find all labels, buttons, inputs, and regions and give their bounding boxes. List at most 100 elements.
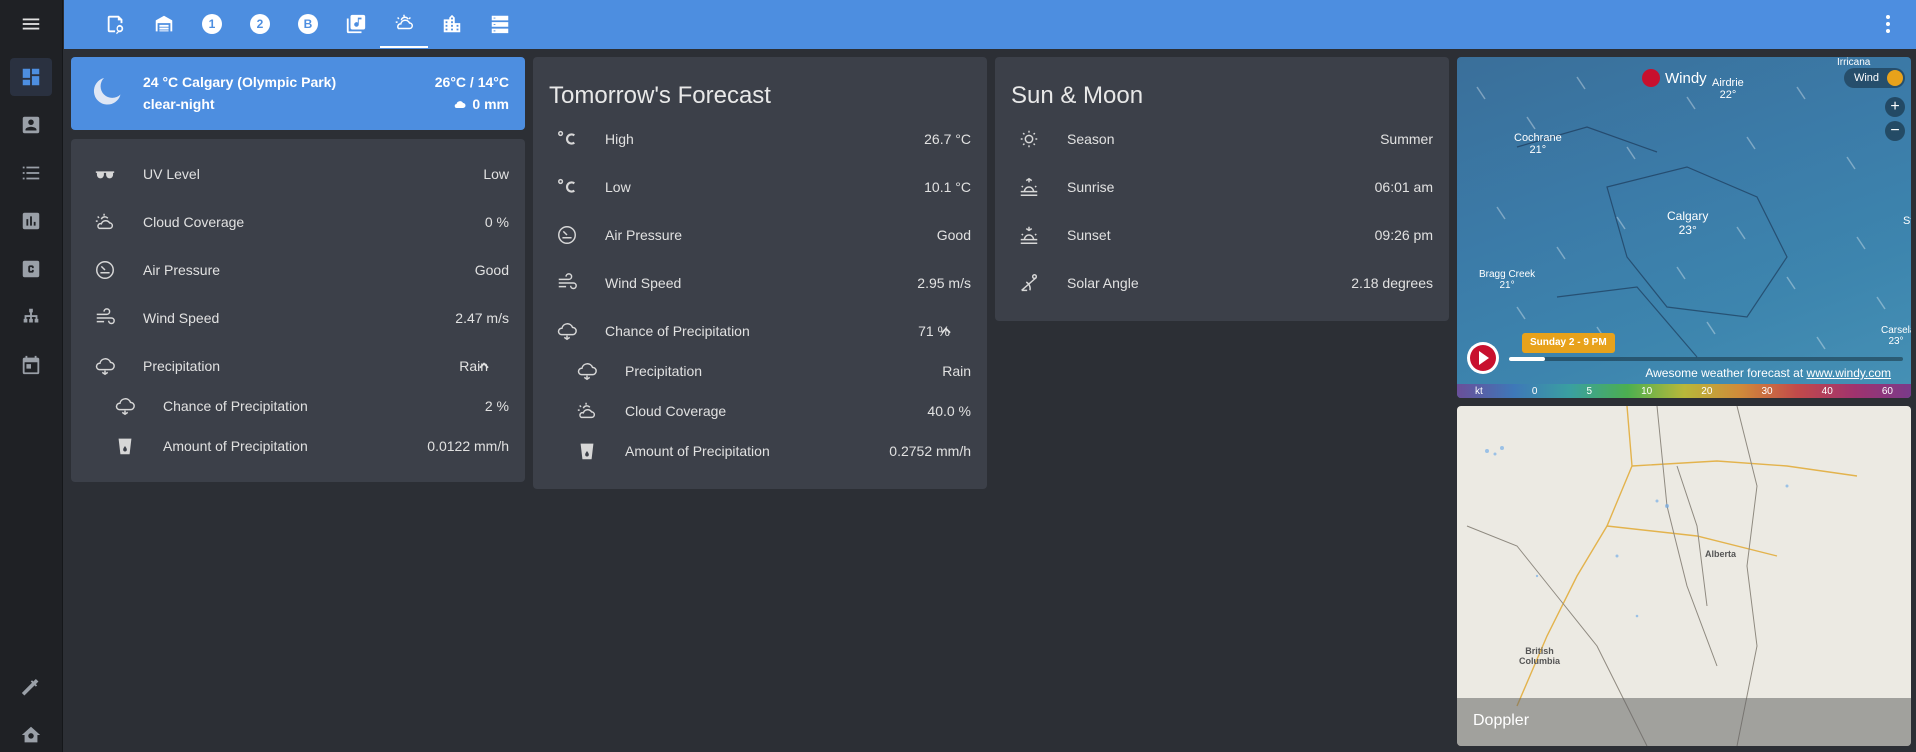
celsius-icon (555, 175, 579, 199)
windy-map[interactable]: Windy Wind + − Irricana Airdrie 22° Cochr… (1457, 57, 1911, 398)
weather-icon[interactable] (380, 0, 428, 48)
dashboard-icon[interactable] (10, 58, 52, 96)
city-icon[interactable] (428, 0, 476, 48)
network-icon[interactable] (10, 298, 52, 336)
forecast-row-pressure[interactable]: Air Pressure Good (533, 215, 987, 255)
chevron-up-icon[interactable] (477, 359, 491, 373)
current-title: 24 °C Calgary (Olympic Park) (143, 74, 337, 90)
detail-row-precipitation[interactable]: Precipitation Rain (71, 346, 525, 386)
forecast-label: Chance of Precipitation (605, 323, 750, 339)
floor-2-icon[interactable]: 2 (236, 0, 284, 48)
sun-row-season[interactable]: Season Summer (995, 119, 1449, 159)
c-icon[interactable] (10, 250, 52, 288)
list-icon[interactable] (10, 154, 52, 192)
sun-label: Season (1067, 131, 1115, 147)
floor-2-label: 2 (250, 14, 270, 34)
play-button[interactable] (1467, 342, 1499, 374)
forecast-row-high[interactable]: High 26.7 °C (533, 119, 987, 159)
detail-subrow-chance[interactable]: Chance of Precipitation 2 % (71, 386, 525, 426)
layer-selector[interactable]: Wind (1843, 68, 1905, 88)
detail-row-cloud[interactable]: Cloud Coverage 0 % (71, 202, 525, 242)
map-place-line: Columbia (1519, 656, 1561, 666)
layer-label: Wind (1853, 72, 1879, 84)
more-options-icon[interactable] (1876, 12, 1900, 36)
doppler-caption: Doppler (1457, 698, 1911, 746)
cloud-rain-icon (555, 319, 579, 343)
zoom-out-button[interactable]: − (1885, 121, 1905, 141)
zoom-in-button[interactable]: + (1885, 97, 1905, 117)
legend-tick: 5 (1586, 385, 1593, 397)
floor-1-icon[interactable]: 1 (188, 0, 236, 48)
sun-row-sunset[interactable]: Sunset 09:26 pm (995, 215, 1449, 255)
sun-label: Solar Angle (1067, 275, 1139, 291)
notes-icon[interactable] (92, 0, 140, 48)
sun-icon (1017, 127, 1041, 151)
city-temp: 22° (1719, 89, 1737, 101)
city-label: Carseland23° (1881, 325, 1911, 347)
forecast-row-chance[interactable]: Chance of Precipitation 71 % (533, 311, 987, 351)
menu-icon[interactable] (10, 5, 52, 43)
forecast-row-wind[interactable]: Wind Speed 2.95 m/s (533, 263, 987, 303)
wind-layer-icon (1887, 70, 1903, 86)
forecast-row-low[interactable]: Low 10.1 °C (533, 167, 987, 207)
legend-tick: 20 (1701, 385, 1713, 397)
media-icon[interactable] (332, 0, 380, 48)
top-app-bar: 1 2 B (64, 0, 1916, 49)
sun-label: Sunset (1067, 227, 1111, 243)
forecast-value: Good (936, 227, 971, 243)
forecast-subrow-precip[interactable]: Precipitation Rain (533, 351, 987, 391)
chevron-up-icon[interactable] (939, 324, 953, 338)
hammer-icon[interactable] (10, 667, 52, 705)
forecast-value: 40.0 % (927, 403, 971, 419)
windy-brand: Windy (1665, 69, 1707, 87)
windy-link[interactable]: www.windy.com (1807, 366, 1891, 380)
map-place-label: Alberta (1705, 549, 1737, 559)
detail-subrow-amount[interactable]: Amount of Precipitation 0.0122 mm/h (71, 426, 525, 466)
calendar-icon[interactable] (10, 346, 52, 384)
city-temp: 23° (1678, 223, 1697, 237)
city-label: Cochrane 21° (1514, 132, 1562, 156)
moon-icon (93, 78, 121, 105)
timeline-progress (1509, 357, 1545, 361)
forecast-value: 10.1 °C (924, 179, 971, 195)
city-name: Cochrane (1514, 132, 1562, 144)
windy-logo[interactable]: Windy (1642, 69, 1707, 87)
sunrise-icon (1017, 175, 1041, 199)
cloud-sun-icon (575, 399, 599, 423)
map-place-label: British Columbia (1519, 646, 1560, 666)
chart-icon[interactable] (10, 202, 52, 240)
current-temp-range: 26°C / 14°C (434, 74, 509, 90)
detail-label: Precipitation (143, 358, 221, 374)
forecast-subrow-amount[interactable]: Amount of Precipitation 0.2752 mm/h (533, 431, 987, 471)
forecast-label: High (605, 131, 634, 147)
current-precip: 0 mm (454, 96, 509, 112)
detail-label: Wind Speed (143, 310, 220, 326)
garage-icon[interactable] (140, 0, 188, 48)
sun-row-sunrise[interactable]: Sunrise 06:01 am (995, 167, 1449, 207)
forecast-value: 26.7 °C (924, 131, 971, 147)
detail-row-pressure[interactable]: Air Pressure Good (71, 250, 525, 290)
play-icon (1470, 345, 1496, 371)
home-settings-icon[interactable] (10, 716, 52, 752)
detail-row-wind[interactable]: Wind Speed 2.47 m/s (71, 298, 525, 338)
basement-icon[interactable]: B (284, 0, 332, 48)
sun-row-solar-angle[interactable]: Solar Angle 2.18 degrees (995, 263, 1449, 303)
legend-tick: 40 (1821, 385, 1833, 397)
doppler-map[interactable]: Alberta British Columbia Doppler (1457, 406, 1911, 746)
timeline-slider[interactable] (1509, 357, 1903, 361)
sunset-icon (1017, 223, 1041, 247)
wind-speed-legend: kt 0 5 10 20 30 40 60 (1457, 384, 1911, 398)
city-label: Bragg Creek 21° (1479, 269, 1535, 291)
detail-row-uv[interactable]: UV Level Low (71, 154, 525, 194)
legend-tick: 60 (1881, 385, 1893, 397)
current-weather-card[interactable]: 24 °C Calgary (Olympic Park) 26°C / 14°C… (71, 57, 525, 130)
today-details-card: UV Level Low Cloud Coverage 0 % Air Pres… (71, 139, 525, 482)
sun-value: 06:01 am (1374, 179, 1433, 195)
cloud-rain-icon (113, 394, 137, 418)
server-icon[interactable] (476, 0, 524, 48)
city-name: Airdrie (1712, 77, 1744, 89)
contacts-icon[interactable] (10, 106, 52, 144)
forecast-subrow-cloud[interactable]: Cloud Coverage 40.0 % (533, 391, 987, 431)
detail-label: Air Pressure (143, 262, 221, 278)
gauge-icon (93, 258, 117, 282)
